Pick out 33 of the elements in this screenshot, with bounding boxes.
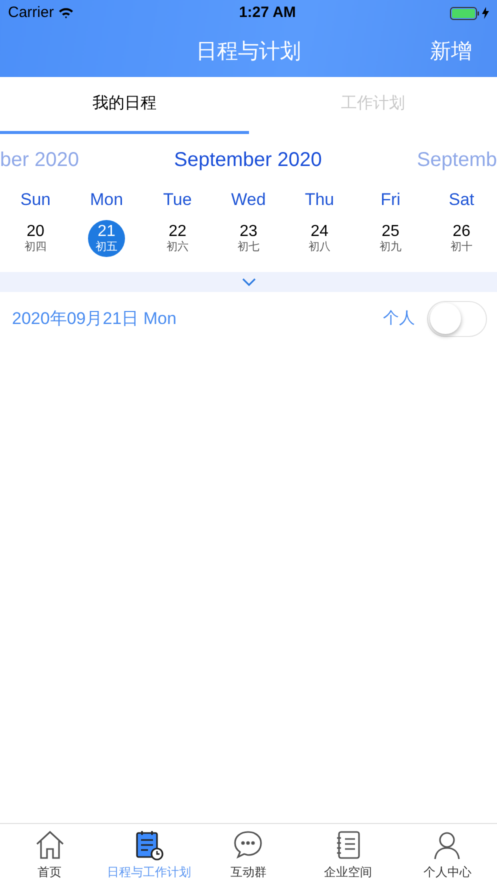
weekday-label: Sat (448, 189, 476, 212)
day-cell[interactable]: 22 初六 (159, 220, 196, 256)
chevron-down-icon[interactable] (242, 278, 256, 286)
tab-bar-item[interactable]: 企业空间 (298, 824, 398, 883)
carrier-label: Carrier (8, 2, 54, 23)
weekday-label: Thu (304, 189, 336, 212)
day-cell[interactable]: 23 初七 (230, 220, 267, 256)
toggle-label: 个人 (383, 308, 415, 328)
month-label[interactable]: September 2020 (174, 145, 322, 175)
segment-tab[interactable]: 我的日程 (0, 77, 248, 134)
personal-toggle[interactable] (427, 300, 487, 336)
day-cell[interactable]: 26 初十 (443, 220, 480, 256)
day-cell[interactable]: 25 初九 (372, 220, 409, 256)
day-cell[interactable]: 21 初五 (88, 220, 125, 256)
tab-bar-item[interactable]: 首页 (0, 824, 100, 883)
charging-bolt-icon (482, 7, 489, 19)
weekday-label: Tue (162, 189, 193, 212)
selected-date-label: 2020年09月21日 Mon (12, 308, 176, 330)
weekday-label: Wed (230, 189, 267, 212)
day-cell[interactable]: 24 初八 (301, 220, 338, 256)
weekday-label: Sun (19, 189, 52, 212)
page-title: 日程与计划 (196, 38, 301, 65)
home-icon (34, 829, 66, 861)
day-cell[interactable]: 20 初四 (17, 220, 54, 256)
chat-bubbles-icon (232, 829, 264, 861)
tab-bar-item[interactable]: 个人中心 (398, 824, 497, 883)
weekday-label: Fri (380, 189, 402, 212)
status-time: 1:27 AM (238, 2, 296, 23)
battery-icon (450, 6, 480, 20)
calendar-clock-icon (133, 829, 166, 861)
tab-bar-item[interactable]: 互动群 (198, 824, 298, 883)
wifi-icon (58, 7, 74, 19)
weekday-label: Mon (88, 189, 124, 212)
